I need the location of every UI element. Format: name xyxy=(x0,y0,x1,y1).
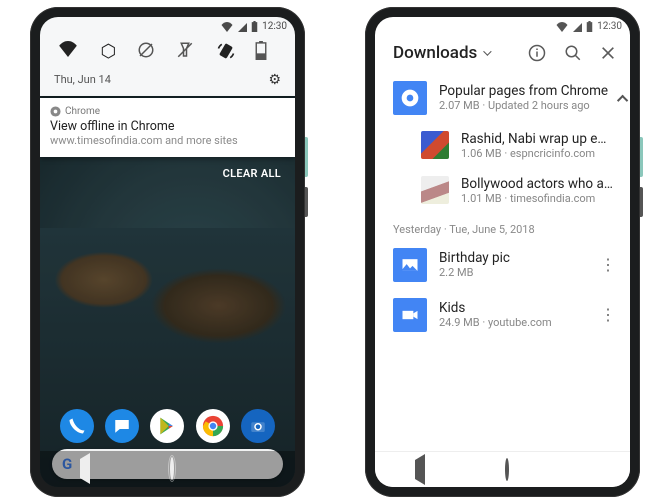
item-title: Kids xyxy=(439,300,552,316)
item-subtitle: 1.01 MB · timesofindia.com xyxy=(461,192,616,205)
video-file-icon xyxy=(393,298,427,332)
download-item[interactable]: Bollywood actors who are d… 1.01 MB · ti… xyxy=(421,168,630,213)
thumbnail-icon xyxy=(421,131,449,159)
volume-button[interactable] xyxy=(305,187,308,217)
downloads-title-dropdown[interactable]: Downloads xyxy=(393,43,489,63)
chrome-app-icon[interactable] xyxy=(196,409,230,443)
download-item[interactable]: Rashid, Nabi wrap up emph… 1.06 MB · esp… xyxy=(421,123,630,168)
clear-all-button[interactable]: CLEAR ALL xyxy=(40,157,295,180)
cell-icon xyxy=(237,22,247,32)
status-time: 12:30 xyxy=(597,21,622,32)
nav-home-icon[interactable] xyxy=(505,460,509,479)
power-button[interactable] xyxy=(305,137,308,177)
battery-icon xyxy=(586,21,593,32)
downloads-title: Downloads xyxy=(393,43,477,63)
notification-app-row: Chrome xyxy=(50,106,285,117)
screen-right: 12:30 Downloads Popular pages from Chrom… xyxy=(375,17,630,487)
group-title: Popular pages from Chrome xyxy=(439,83,608,99)
more-icon[interactable]: ⋮ xyxy=(628,136,630,155)
notification-card[interactable]: Chrome View offline in Chrome www.timeso… xyxy=(40,98,295,157)
phone-left: 12:30 ⬡ Thu, Jun 14 ⚙ Chrome View offlin… xyxy=(30,7,305,497)
bluetooth-icon[interactable]: ⬡ xyxy=(97,41,119,62)
chrome-icon xyxy=(393,81,427,115)
camera-app-icon[interactable] xyxy=(241,409,275,443)
thumbnail-icon xyxy=(421,176,449,204)
phone-app-icon[interactable] xyxy=(60,409,94,443)
download-item[interactable]: Kids 24.9 MB · youtube.com ⋮ xyxy=(375,290,630,340)
volume-button[interactable] xyxy=(640,187,643,217)
search-icon[interactable] xyxy=(564,44,582,62)
image-file-icon xyxy=(393,248,427,282)
close-icon[interactable] xyxy=(600,45,616,61)
dnd-icon[interactable] xyxy=(137,41,159,62)
chrome-small-icon xyxy=(50,106,61,117)
notification-title: View offline in Chrome xyxy=(50,119,285,134)
item-title: Birthday pic xyxy=(439,250,510,266)
nav-home-icon[interactable] xyxy=(170,459,174,478)
info-icon[interactable] xyxy=(528,44,546,62)
item-title: Bollywood actors who are d… xyxy=(461,176,616,192)
item-subtitle: 1.06 MB · espncricinfo.com xyxy=(461,147,616,160)
more-icon[interactable]: ⋮ xyxy=(600,255,616,274)
chevron-up-icon[interactable] xyxy=(620,88,628,107)
play-store-icon[interactable] xyxy=(150,409,184,443)
cell-icon xyxy=(572,22,582,32)
group-subtitle: 2.07 MB · Updated 2 hours ago xyxy=(439,99,608,112)
screen-left: 12:30 ⬡ Thu, Jun 14 ⚙ Chrome View offlin… xyxy=(40,17,295,487)
wifi-icon xyxy=(556,22,568,32)
status-time: 12:30 xyxy=(262,21,287,32)
download-group-header[interactable]: Popular pages from Chrome 2.07 MB · Upda… xyxy=(375,73,630,123)
rotate-icon[interactable] xyxy=(216,41,238,62)
section-date: Yesterday · Tue, June 5, 2018 xyxy=(375,213,630,240)
nav-bar xyxy=(40,451,295,487)
item-title: Rashid, Nabi wrap up emph… xyxy=(461,131,616,147)
item-subtitle: 2.2 MB xyxy=(439,266,510,279)
more-icon[interactable]: ⋮ xyxy=(600,305,616,324)
download-group-items: Rashid, Nabi wrap up emph… 1.06 MB · esp… xyxy=(375,123,630,213)
status-bar: 12:30 xyxy=(40,17,295,35)
flashlight-icon[interactable] xyxy=(176,41,198,62)
nav-bar xyxy=(375,451,630,487)
phone-right: 12:30 Downloads Popular pages from Chrom… xyxy=(365,7,640,497)
nav-back-icon[interactable] xyxy=(415,460,425,479)
more-icon[interactable]: ⋮ xyxy=(628,181,630,200)
battery-icon xyxy=(251,21,258,32)
notification-subtitle: www.timesofindia.com and more sites xyxy=(50,134,285,147)
status-bar: 12:30 xyxy=(375,17,630,35)
download-item[interactable]: Birthday pic 2.2 MB ⋮ xyxy=(375,240,630,290)
qs-date: Thu, Jun 14 xyxy=(54,73,111,86)
battery-tile-icon[interactable] xyxy=(255,41,277,62)
nav-back-icon[interactable] xyxy=(80,459,90,478)
notification-app-name: Chrome xyxy=(65,106,100,117)
settings-icon[interactable]: ⚙ xyxy=(268,72,281,88)
wifi-toggle-icon[interactable] xyxy=(58,41,80,62)
power-button[interactable] xyxy=(640,137,643,177)
wifi-icon xyxy=(221,22,233,32)
chevron-down-icon xyxy=(483,47,491,55)
messages-app-icon[interactable] xyxy=(105,409,139,443)
item-subtitle: 24.9 MB · youtube.com xyxy=(439,316,552,329)
dock xyxy=(40,409,295,443)
